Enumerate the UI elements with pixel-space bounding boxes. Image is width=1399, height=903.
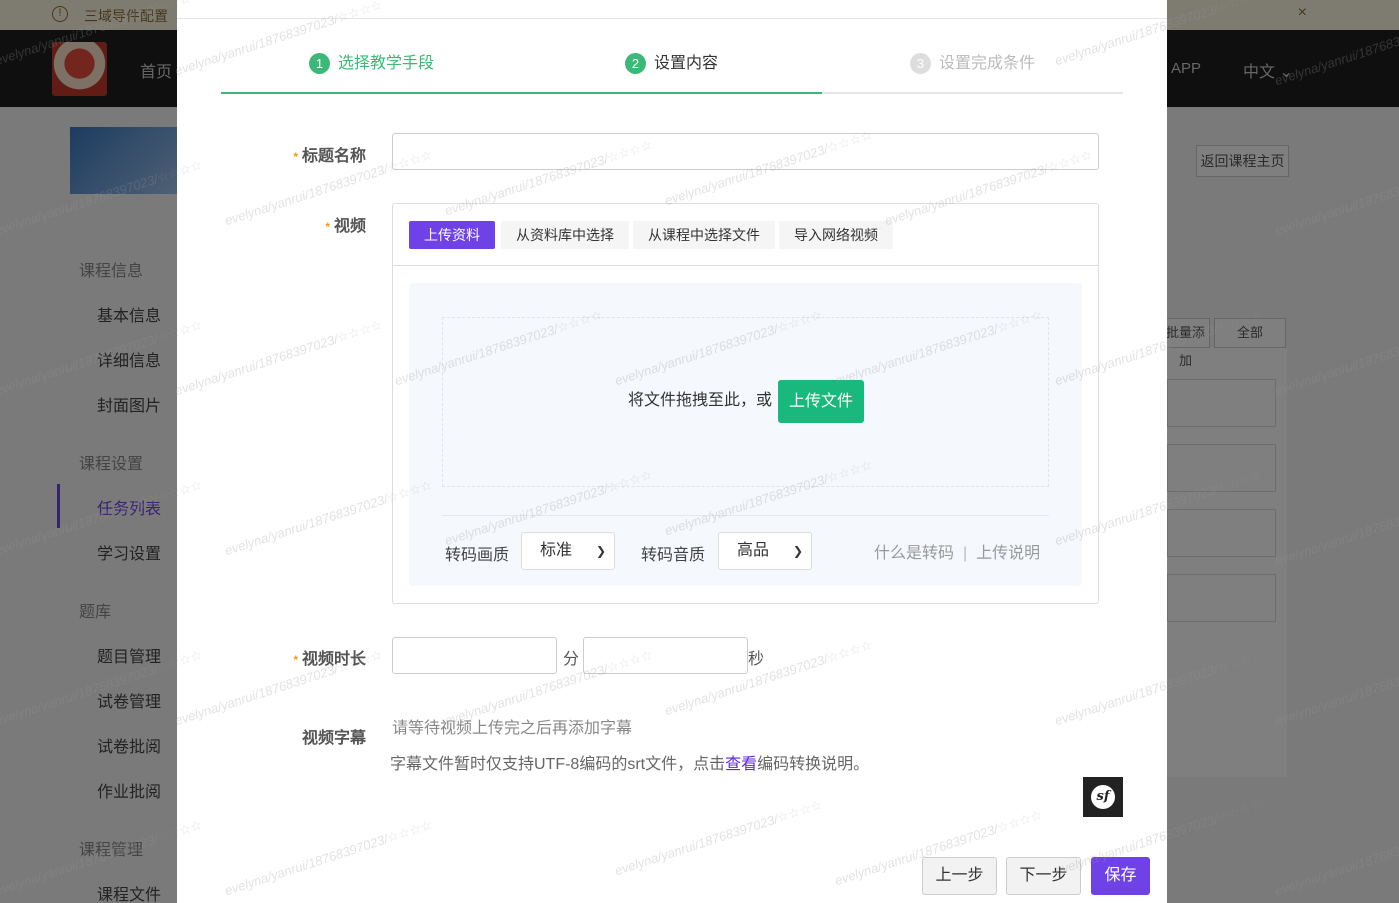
what-is-transcode-link[interactable]: 什么是转码 bbox=[874, 545, 954, 562]
step-2-label: 设置内容 bbox=[654, 55, 719, 72]
video-label: * 视频 bbox=[307, 212, 366, 236]
step-progress bbox=[221, 92, 822, 94]
step-2[interactable]: 2 设置内容 bbox=[625, 53, 718, 77]
minute-unit: 分 bbox=[563, 651, 580, 668]
step-3-label: 设置完成条件 bbox=[939, 55, 1036, 72]
required-mark: * bbox=[293, 653, 298, 667]
drop-zone[interactable]: 将文件拖拽至此，或 上传文件 bbox=[442, 317, 1049, 487]
chevron-down-icon: ❯ bbox=[595, 544, 606, 558]
title-label-text: 标题名称 bbox=[301, 148, 366, 165]
title-label: * 标题名称 bbox=[287, 142, 366, 166]
second-unit: 秒 bbox=[748, 651, 765, 668]
audio-label: 转码音质 bbox=[641, 547, 706, 564]
symfony-toolbar-icon[interactable]: sf bbox=[1083, 777, 1123, 817]
step-3: 3 设置完成条件 bbox=[910, 53, 1035, 77]
step-3-number: 3 bbox=[910, 53, 931, 75]
required-mark: * bbox=[325, 220, 330, 234]
title-input[interactable] bbox=[392, 133, 1099, 170]
prev-step-button[interactable]: 上一步 bbox=[922, 857, 997, 895]
sf-logo: sf bbox=[1091, 785, 1115, 809]
duration-label-text: 视频时长 bbox=[301, 651, 366, 668]
step-1[interactable]: 1 选择教学手段 bbox=[309, 53, 434, 77]
subtitle-note-prefix: 字幕文件暂时仅支持UTF-8编码的srt文件，点击 bbox=[390, 756, 726, 773]
upload-divider bbox=[442, 515, 1049, 516]
view-encoding-link[interactable]: 查看 bbox=[725, 756, 757, 773]
required-mark: * bbox=[293, 150, 298, 164]
audio-select[interactable]: 高品 ❯ bbox=[718, 532, 812, 570]
subtitle-hint: 请等待视频上传完之后再添加字幕 bbox=[392, 720, 633, 737]
quality-label: 转码画质 bbox=[445, 547, 510, 564]
step-1-label: 选择教学手段 bbox=[338, 55, 435, 72]
help-links: 什么是转码 | 上传说明 bbox=[874, 539, 1040, 563]
task-modal: 1 选择教学手段 2 设置内容 3 设置完成条件 * 标题名称 * 视频 上传资料 从资料… bbox=[177, 0, 1167, 903]
upload-area: 将文件拖拽至此，或 上传文件 转码画质 标准 ❯ 转码音质 高品 ❯ 什么是转码 | 上… bbox=[409, 283, 1082, 586]
tab-import-web-video[interactable]: 导入网络视频 bbox=[779, 221, 893, 249]
quality-select[interactable]: 标准 ❯ bbox=[521, 532, 615, 570]
subtitle-note-suffix: 编码转换说明。 bbox=[757, 756, 870, 773]
duration-minutes-input[interactable] bbox=[392, 637, 557, 674]
tab-from-course[interactable]: 从课程中选择文件 bbox=[633, 221, 775, 249]
step-indicator: 1 选择教学手段 2 设置内容 3 设置完成条件 bbox=[221, 40, 1123, 95]
subtitle-label: 视频字幕 bbox=[301, 730, 366, 747]
chevron-down-icon: ❯ bbox=[792, 544, 803, 558]
modal-header-divider bbox=[177, 18, 1167, 19]
duration-seconds-input[interactable] bbox=[583, 637, 748, 674]
step-1-number: 1 bbox=[309, 53, 330, 75]
step-2-number: 2 bbox=[625, 53, 646, 75]
upload-file-button[interactable]: 上传文件 bbox=[778, 380, 864, 423]
next-step-button[interactable]: 下一步 bbox=[1006, 857, 1081, 895]
audio-value: 高品 bbox=[737, 542, 770, 559]
video-source-tabs: 上传资料 从资料库中选择 从课程中选择文件 导入网络视频 bbox=[393, 204, 1098, 266]
duration-label: * 视频时长 bbox=[287, 645, 366, 669]
subtitle-note: 字幕文件暂时仅支持UTF-8编码的srt文件，点击查看编码转换说明。 bbox=[390, 750, 869, 774]
video-label-text: 视频 bbox=[333, 218, 366, 235]
video-source-panel: 上传资料 从资料库中选择 从课程中选择文件 导入网络视频 将文件拖拽至此，或 上… bbox=[392, 203, 1099, 604]
quality-value: 标准 bbox=[540, 542, 573, 559]
link-separator: | bbox=[963, 545, 968, 562]
tab-upload[interactable]: 上传资料 bbox=[409, 221, 495, 249]
drop-text: 将文件拖拽至此，或 bbox=[628, 392, 773, 409]
upload-help-link[interactable]: 上传说明 bbox=[976, 545, 1040, 562]
tab-from-library[interactable]: 从资料库中选择 bbox=[501, 221, 629, 249]
save-button[interactable]: 保存 bbox=[1091, 857, 1150, 895]
